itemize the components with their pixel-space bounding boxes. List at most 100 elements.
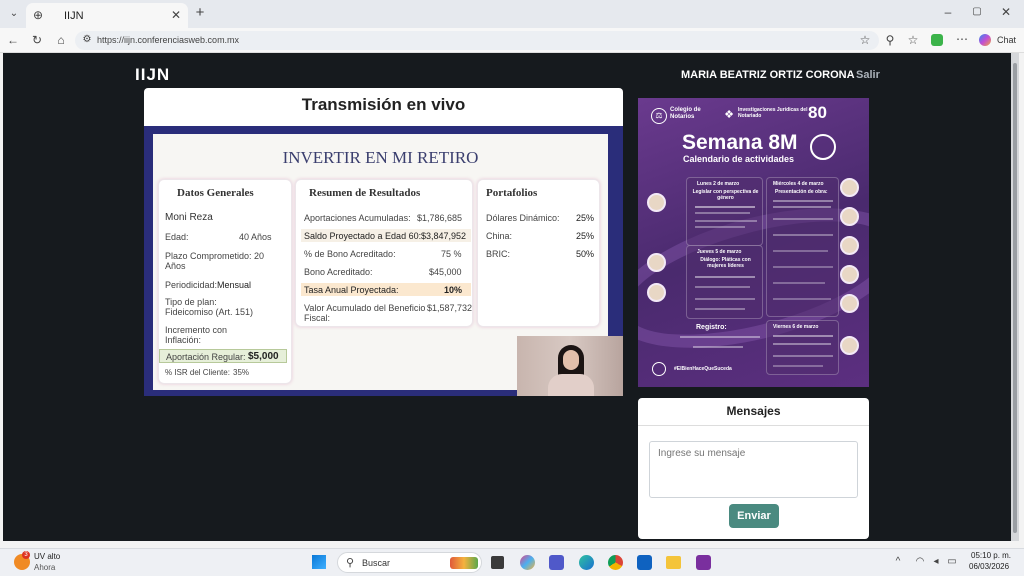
back-icon[interactable]: ←	[5, 33, 21, 47]
chrome-icon[interactable]	[608, 555, 623, 570]
poster-event-box: Jueves 5 de marzo Diálogo: Pláticas con …	[686, 245, 763, 319]
live-stream-card: Transmisión en vivo INVERTIR EN MI RETIR…	[144, 88, 623, 396]
speaker-photo	[647, 253, 666, 272]
portfolio-heading: Portafolios	[486, 187, 538, 199]
file-explorer-icon[interactable]	[666, 556, 681, 569]
favorite-star-icon[interactable]: ☆	[857, 33, 873, 47]
more-options-icon[interactable]: ⋯	[954, 32, 970, 46]
logout-link[interactable]: Salir	[856, 69, 880, 81]
text-line	[773, 298, 831, 300]
chat-label[interactable]: Chat	[997, 35, 1016, 45]
text-line	[773, 266, 833, 268]
extension-icon[interactable]: ⚲	[882, 33, 898, 47]
poster-event-box: Lunes 2 de marzo Legislar con perspectiv…	[686, 177, 763, 246]
poster-register: Registro:	[696, 324, 727, 331]
periodicity-value: Mensual	[217, 280, 252, 290]
text-line	[773, 218, 833, 220]
clock-date[interactable]: 06/03/2026	[969, 562, 1009, 571]
speaker-photo	[840, 294, 859, 313]
text-line	[695, 206, 755, 208]
browser-tab[interactable]: ⊕ IIJN ✕	[26, 3, 188, 28]
portfolio-row-value: 50%	[576, 249, 595, 259]
outlook-icon[interactable]	[637, 555, 652, 570]
reload-icon[interactable]: ↻	[29, 33, 45, 47]
collections-icon[interactable]	[931, 34, 943, 46]
poster-event-box: Viernes 6 de marzo	[766, 320, 839, 375]
speaker-photo	[840, 265, 859, 284]
presenter-face	[563, 350, 579, 370]
term-label: Plazo Comprometido: 20 Años	[165, 251, 265, 271]
results-row-label: % de Bono Acreditado:	[304, 249, 396, 259]
portfolio-row-label: China:	[486, 231, 513, 241]
close-window-icon[interactable]: ✕	[998, 5, 1014, 19]
text-line	[773, 200, 833, 202]
send-button[interactable]: Enviar	[729, 504, 779, 528]
tab-list-icon[interactable]: ⌄	[6, 7, 22, 21]
results-row-value: $1,587,732	[427, 303, 473, 313]
inflation-label: Incremento con Inflación:	[165, 325, 228, 345]
address-bar: ← ↻ ⌂ ⚙ https://iijn.conferenciasweb.com…	[0, 28, 1024, 53]
weather-subtext: Ahora	[34, 563, 56, 572]
poster-anniversary: 80	[808, 103, 827, 122]
plan-label: Tipo de plan: Fideicomiso (Art. 151)	[165, 297, 254, 317]
results-row-label: Bono Acreditado:	[304, 267, 373, 277]
url-text: https://iijn.conferenciasweb.com.mx	[97, 35, 240, 45]
message-input[interactable]	[649, 441, 858, 498]
event-day: Miércoles 4 de marzo	[773, 181, 824, 187]
edge-icon[interactable]	[579, 555, 594, 570]
speaker-photo	[647, 283, 666, 302]
results-row-value: $45,000	[429, 267, 462, 277]
teams-icon[interactable]	[549, 555, 564, 570]
maximize-icon[interactable]: ▢	[969, 5, 985, 19]
url-field[interactable]: ⚙ https://iijn.conferenciasweb.com.mx ☆	[75, 31, 879, 50]
page-scrollbar[interactable]	[1011, 53, 1019, 541]
minimize-icon[interactable]: –	[940, 5, 956, 19]
globe-icon: ⊕	[32, 8, 44, 22]
windows-start-icon[interactable]	[312, 555, 326, 569]
poster-org2: Investigaciones Jurídicas del Notariado	[738, 107, 808, 119]
text-line	[695, 226, 745, 228]
close-tab-icon[interactable]: ✕	[168, 8, 184, 22]
text-line	[773, 355, 833, 357]
results-panel: Resumen de Resultados Aportaciones Acumu…	[295, 179, 473, 327]
search-icon: ⚲	[345, 557, 355, 569]
site-info-icon[interactable]: ⚙	[79, 33, 95, 47]
results-heading: Resumen de Resultados	[309, 187, 421, 199]
poster-hashtag: #ElBienHaceQueSuceda	[674, 366, 732, 372]
text-line	[773, 365, 823, 367]
wifi-icon[interactable]: ◠	[912, 555, 928, 569]
event-title: Presentación de obra:	[775, 189, 828, 195]
video-player[interactable]: INVERTIR EN MI RETIRO Datos Generales Mo…	[144, 126, 623, 396]
clock-time[interactable]: 05:10 p. m.	[971, 551, 1011, 560]
results-row-value: $3,847,952	[421, 231, 467, 241]
scrollbar-thumb[interactable]	[1013, 63, 1017, 533]
event-day: Jueves 5 de marzo	[697, 249, 742, 255]
copilot-icon[interactable]	[979, 34, 991, 46]
text-line	[773, 234, 833, 236]
event-day: Lunes 2 de marzo	[697, 181, 740, 187]
results-row-label: Tasa Anual Proyectada:	[304, 285, 399, 295]
text-line	[695, 220, 757, 222]
poster-org1: Colegio de Notarios	[670, 107, 701, 120]
isr-value: 35%	[233, 368, 250, 377]
event-poster[interactable]: ⚖ Colegio de Notarios ❖ Investigaciones …	[638, 98, 869, 387]
poster-title: Semana 8M	[682, 131, 798, 154]
favorites-icon[interactable]: ☆	[905, 33, 921, 47]
show-hidden-icons[interactable]: ^	[890, 555, 906, 569]
event-title: Diálogo: Pláticas con mujeres líderes	[700, 257, 751, 269]
site-logo[interactable]: IIJN	[135, 65, 170, 85]
onenote-icon[interactable]	[696, 555, 711, 570]
contribution-label: Aportación Regular:	[166, 352, 246, 362]
battery-icon[interactable]: ▭	[944, 555, 960, 569]
new-tab-icon[interactable]: +	[192, 5, 208, 20]
task-view-icon[interactable]	[491, 556, 504, 569]
copilot-taskbar-icon[interactable]	[520, 555, 535, 570]
text-line	[773, 282, 825, 284]
weather-temp[interactable]: UV alto	[34, 552, 60, 561]
messages-title: Mensajes	[638, 398, 869, 426]
volume-icon[interactable]: ◂	[928, 555, 944, 569]
home-icon[interactable]: ⌂	[53, 33, 69, 47]
speaker-photo	[840, 236, 859, 255]
portfolio-row-label: BRIC:	[486, 249, 511, 259]
taskbar-search[interactable]: ⚲ Buscar	[337, 552, 482, 573]
